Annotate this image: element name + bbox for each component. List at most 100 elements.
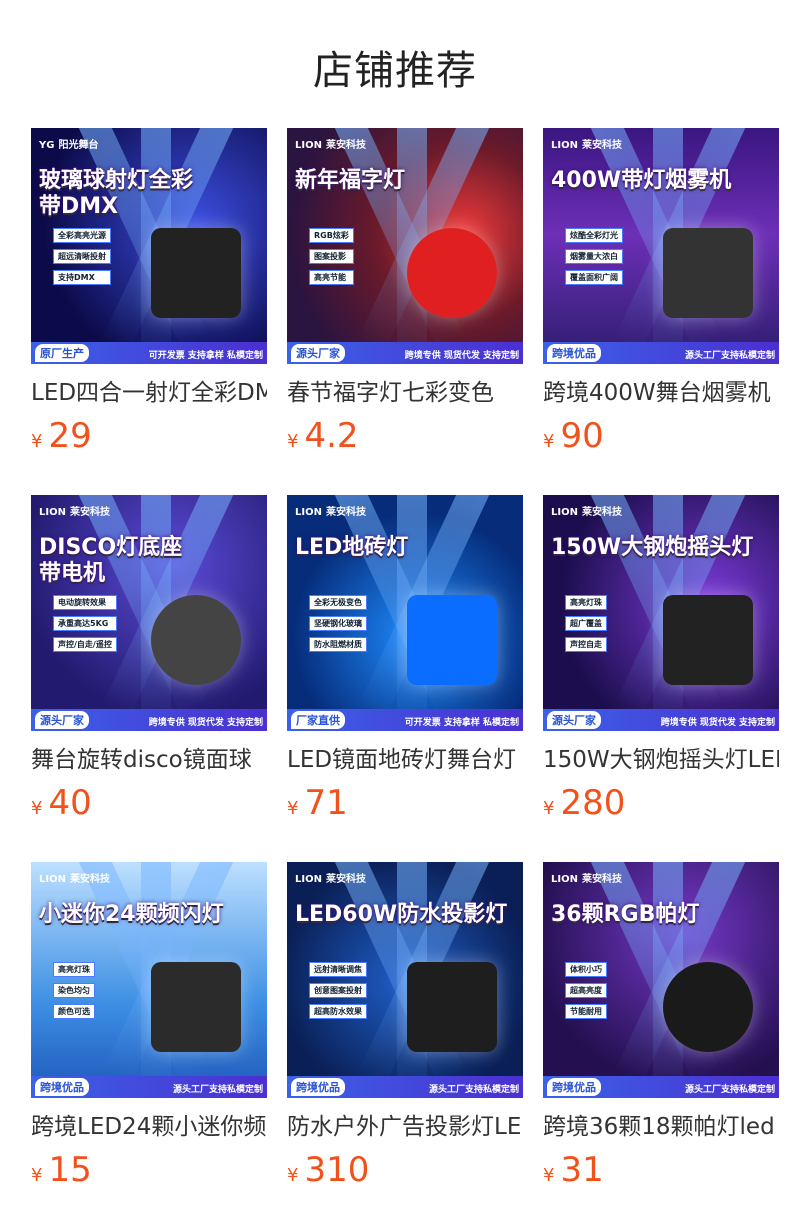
image-headline: LED地砖灯 (295, 535, 409, 560)
feature-list: 全彩无极变色 坚硬钢化玻璃 防水阻燃材质 (309, 595, 367, 658)
feature-list: 高亮灯珠 染色均匀 颜色可选 (53, 962, 95, 1025)
price-value: 71 (304, 783, 348, 823)
product-device-illustration (663, 228, 753, 318)
brand-name: 莱安科技 (581, 507, 622, 518)
image-footer-banner: 厂家直供 可开发票 支持拿样 私模定制 (287, 709, 523, 731)
feature-chip: 全彩高亮光源 (53, 228, 111, 243)
service-slogan: 源头工厂支持私模定制 (684, 1085, 775, 1095)
product-image[interactable]: LION 莱安科技 LED地砖灯 全彩无极变色 坚硬钢化玻璃 防水阻燃材质 厂家直供 可开发票… (287, 495, 523, 731)
feature-chip: 烟雾量大浓白 (565, 249, 623, 264)
currency-symbol: ¥ (543, 431, 555, 452)
product-price: ¥310 (287, 1152, 369, 1188)
service-slogan: 源头工厂支持私模定制 (428, 1085, 519, 1095)
product-image[interactable]: LION 莱安科技 36颗RGB帕灯 体积小巧 超高亮度 节能耐用 跨境优品 源头工厂支持私模… (543, 862, 779, 1098)
product-image[interactable]: LION 莱安科技 新年福字灯 RGB炫彩 图案投影 高亮节能 源头厂家 跨境专供 现货代发 … (287, 128, 523, 364)
source-tag: 跨境优品 (35, 1078, 89, 1096)
service-slogan: 可开发票 支持拿样 私模定制 (148, 351, 263, 361)
product-device-illustration (663, 962, 753, 1052)
currency-symbol: ¥ (287, 798, 299, 819)
brand-logo: LION 莱安科技 (295, 870, 366, 885)
feature-list: 高亮灯珠超广覆盖声控自走 (565, 595, 607, 658)
currency-symbol: ¥ (287, 1165, 299, 1186)
feature-chip: 超高防水效果 (309, 1004, 367, 1019)
brand-logo: LION 莱安科技 (39, 870, 110, 885)
image-headline: 玻璃球射灯全彩 带DMX (39, 168, 194, 219)
product-name[interactable]: 跨境400W舞台烟雾机 (543, 378, 779, 408)
source-tag: 厂家直供 (291, 711, 345, 729)
product-name[interactable]: 150W大钢炮摇头灯LED (543, 745, 779, 775)
brand-logo-mark: LION (39, 507, 66, 518)
image-footer-banner: 跨境优品 源头工厂支持私模定制 (31, 1076, 267, 1098)
brand-logo: LION 莱安科技 (39, 503, 110, 518)
product-device-illustration (407, 228, 497, 318)
feature-chip: 声控自走 (565, 637, 607, 652)
feature-chip: 覆盖面积广阔 (565, 270, 623, 285)
image-footer-banner: 跨境优品 源头工厂支持私模定制 (287, 1076, 523, 1098)
feature-chip: 超广覆盖 (565, 616, 607, 631)
currency-symbol: ¥ (543, 798, 555, 819)
product-image[interactable]: LION 莱安科技 小迷你24颗频闪灯 高亮灯珠 染色均匀 颜色可选 跨境优品 源头工厂支持私… (31, 862, 267, 1098)
product-name[interactable]: 防水户外广告投影灯LED (287, 1112, 523, 1142)
source-tag: 跨境优品 (547, 344, 601, 362)
product-name[interactable]: LED镜面地砖灯舞台灯 (287, 745, 523, 775)
product-device-illustration (407, 595, 497, 685)
brand-logo-mark: LION (295, 874, 322, 885)
product-price: ¥280 (543, 785, 625, 821)
product-name[interactable]: 春节福字灯七彩变色 (287, 378, 523, 408)
brand-name: 莱安科技 (325, 140, 366, 151)
brand-logo-mark: LION (551, 507, 578, 518)
currency-symbol: ¥ (543, 1165, 555, 1186)
product-image[interactable]: LION 莱安科技 150W大钢炮摇头灯 高亮灯珠 超广覆盖 声控自走 源头厂家 跨境专供 现… (543, 495, 779, 731)
product-name[interactable]: 跨境36颗18颗帕灯led (543, 1112, 779, 1142)
brand-name: 莱安科技 (581, 874, 622, 885)
product-image[interactable]: LION 莱安科技 LED60W防水投影灯 远射清晰调焦 创意图案投射 超高防水效果 跨境优… (287, 862, 523, 1098)
product-device-illustration (407, 962, 497, 1052)
feature-chip: 电动旋转效果 (53, 595, 117, 610)
feature-chip: 高亮灯珠 (565, 595, 607, 610)
feature-list: 全彩高亮光源 超远清晰投射 支持DMX (53, 228, 111, 291)
product-name[interactable]: 舞台旋转disco镜面球 (31, 745, 267, 775)
feature-chip: 节能耐用 (565, 1004, 607, 1019)
brand-logo: LION 莱安科技 (551, 503, 622, 518)
image-headline: LED60W防水投影灯 (295, 902, 508, 927)
brand-logo: YG 阳光舞台 (39, 136, 98, 151)
price-value: 310 (304, 1150, 370, 1190)
image-footer-banner: 原厂生产 可开发票 支持拿样 私模定制 (31, 342, 267, 364)
feature-list: 体积小巧 超高亮度 节能耐用 (565, 962, 607, 1025)
source-tag: 跨境优品 (291, 1078, 345, 1096)
feature-list: RGB炫彩 图案投影 高亮节能 (309, 228, 354, 291)
product-name[interactable]: LED四合一射灯全彩DMX (31, 378, 267, 408)
image-footer-banner: 源头厂家 跨境专供 现货代发 支持定制 (543, 709, 779, 731)
brand-logo-mark: LION (295, 140, 322, 151)
product-image[interactable]: YG 阳光舞台玻璃球射灯全彩 带DMX 全彩高亮光源 超远清晰投射 支持DMX 原厂生产 可… (31, 128, 267, 364)
source-tag: 源头厂家 (35, 711, 89, 729)
brand-logo: LION 莱安科技 (551, 136, 622, 151)
product-price: ¥90 (543, 418, 604, 454)
feature-chip: 支持DMX (53, 270, 111, 285)
image-headline: DISCO灯底座 带电机 (39, 535, 183, 586)
price-value: 4.2 (304, 416, 359, 456)
product-name[interactable]: 跨境LED24颗小迷你频闪灯 (31, 1112, 267, 1142)
product-image[interactable]: LION 莱安科技 400W带灯烟雾机 炫酷全彩灯光 烟雾量大浓白 覆盖面积广阔 跨境优品 源… (543, 128, 779, 364)
feature-chip: 高亮节能 (309, 270, 354, 285)
price-value: 90 (560, 416, 604, 456)
service-slogan: 跨境专供 现货代发 支持定制 (660, 718, 775, 728)
source-tag: 源头厂家 (291, 344, 345, 362)
feature-list: 炫酷全彩灯光 烟雾量大浓白 覆盖面积广阔 (565, 228, 623, 291)
image-footer-banner: 源头厂家 跨境专供 现货代发 支持定制 (31, 709, 267, 731)
brand-name: 莱安科技 (325, 874, 366, 885)
brand-name: 阳光舞台 (58, 140, 99, 151)
brand-name: 莱安科技 (325, 507, 366, 518)
feature-chip: 全彩无极变色 (309, 595, 367, 610)
source-tag: 源头厂家 (547, 711, 601, 729)
currency-symbol: ¥ (31, 798, 43, 819)
feature-chip: 图案投影 (309, 249, 354, 264)
brand-logo-mark: LION (551, 140, 578, 151)
price-value: 40 (48, 783, 92, 823)
currency-symbol: ¥ (287, 431, 299, 452)
service-slogan: 跨境专供 现货代发 支持定制 (148, 718, 263, 728)
source-tag: 原厂生产 (35, 344, 89, 362)
feature-chip: 超高亮度 (565, 983, 607, 998)
product-image[interactable]: LION 莱安科技 DISCO灯底座 带电机 电动旋转效果 承重高达5KG 声控/自走/遥… (31, 495, 267, 731)
product-price: ¥31 (543, 1152, 604, 1188)
